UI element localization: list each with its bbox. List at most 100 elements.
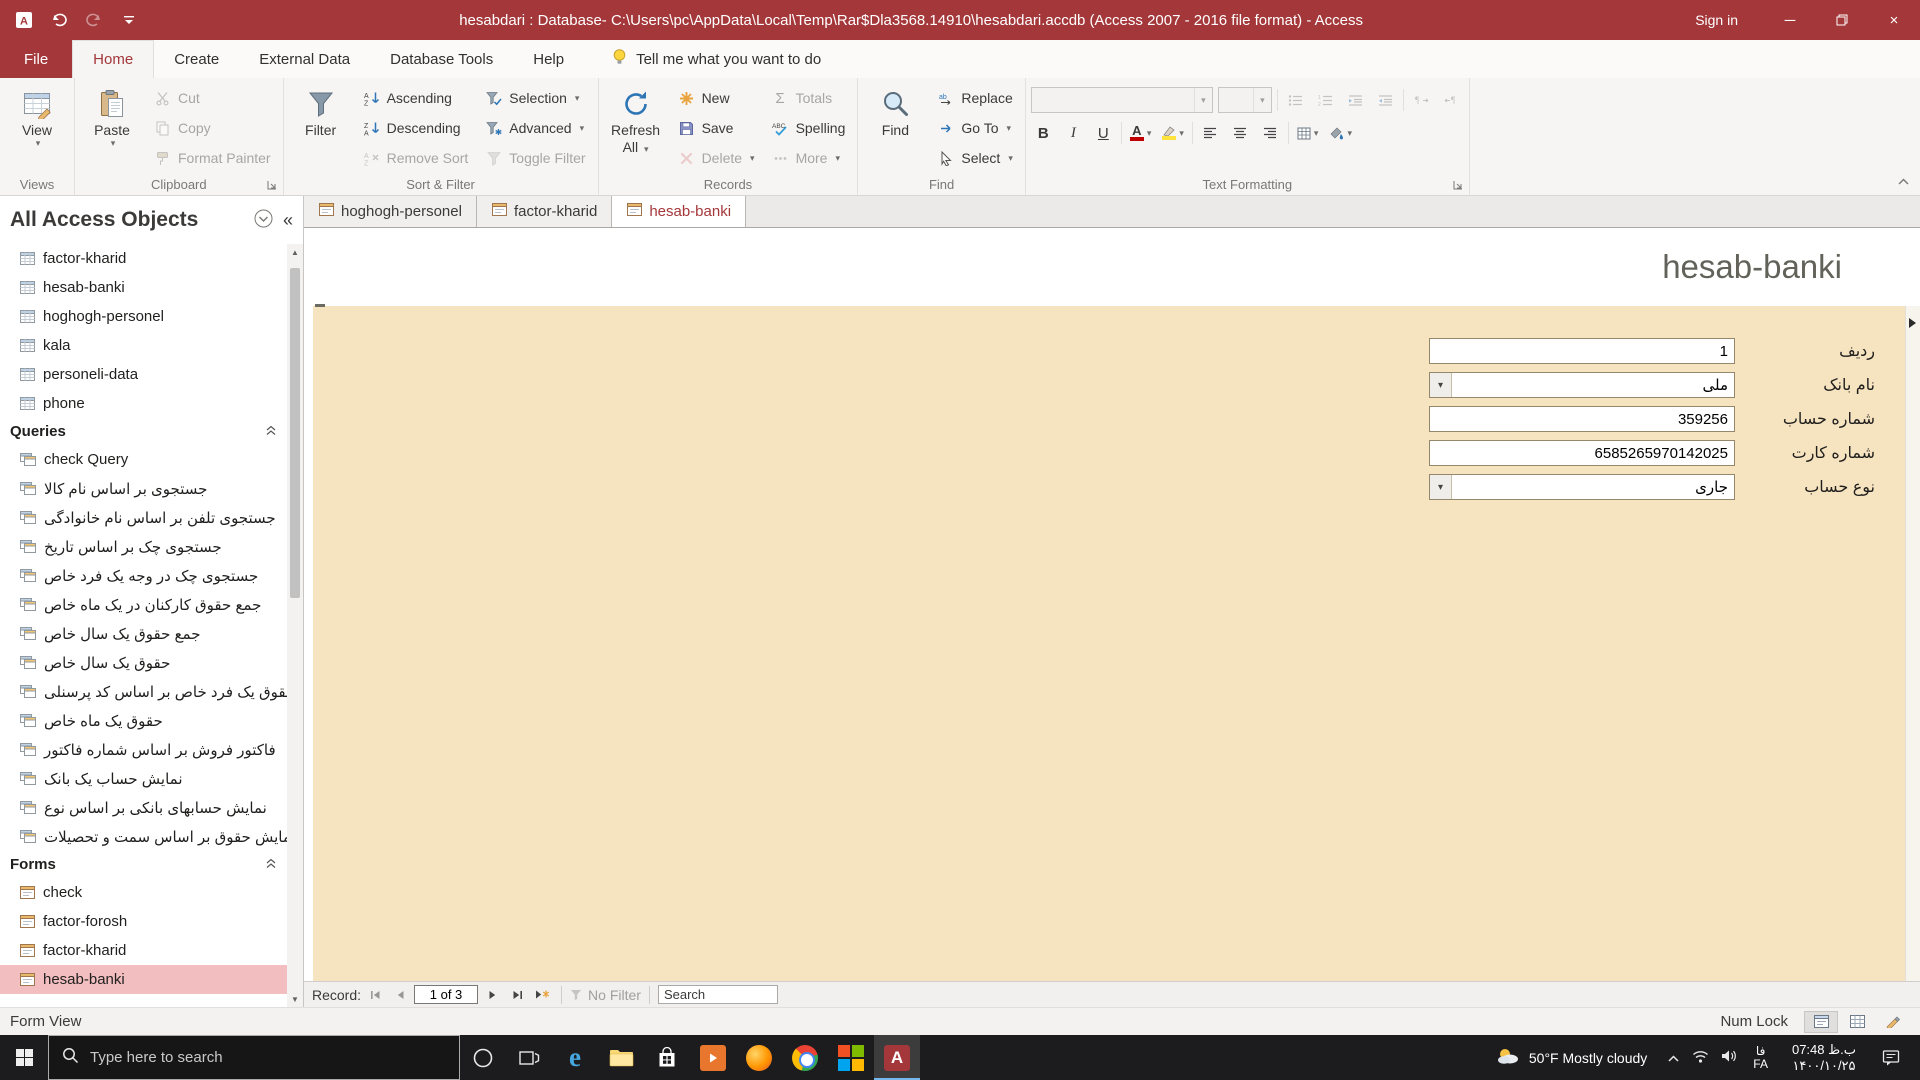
select-button[interactable]: Select ▾ [929,143,1019,173]
nav-query-item[interactable]: نمایش حقوق بر اساس سمت و تحصیلات [0,822,296,851]
tab-database-tools[interactable]: Database Tools [370,40,513,78]
nav-form-item[interactable]: factor-forosh [0,907,287,936]
descending-button[interactable]: ZA Descending [355,113,476,143]
document-tab[interactable]: factor-kharid [476,196,613,227]
close-button[interactable]: × [1868,0,1920,40]
microsoft-store-icon[interactable] [644,1035,690,1080]
bullets-button[interactable] [1283,87,1308,113]
field-input[interactable]: ▾ 1 [1429,338,1735,364]
hidden-icons-chevron-icon[interactable] [1667,1050,1680,1066]
nav-query-item[interactable]: جمع حقوق یک سال خاص [0,619,287,648]
nav-table-item[interactable]: kala [0,331,287,360]
nav-table-item[interactable]: phone [0,389,287,418]
access-taskbar-icon[interactable]: A [874,1035,920,1080]
minimize-button[interactable]: ─ [1764,0,1816,40]
combo-dropdown-icon[interactable]: ▾ [1430,475,1452,499]
nav-form-item[interactable]: check [0,878,287,907]
tab-home[interactable]: Home [72,40,155,78]
nav-table-item[interactable]: factor-kharid [0,244,287,273]
selection-button[interactable]: Selection ▾ [477,83,592,113]
increase-indent-button[interactable] [1373,87,1398,113]
go-to-button[interactable]: Go To ▾ [929,113,1019,143]
document-tab[interactable]: hoghogh-personel [304,196,477,227]
more-button[interactable]: More ▾ [764,143,853,173]
copy-button[interactable]: Copy [146,113,278,143]
field-input[interactable]: ▾ جاری [1429,474,1735,500]
file-explorer-icon[interactable] [598,1035,644,1080]
nav-query-item[interactable]: جستجوی تلفن بر اساس نام خانوادگی [0,503,287,532]
refresh-all-button[interactable]: Refresh All ▾ [604,81,668,173]
action-center-icon[interactable] [1876,1049,1912,1066]
cortana-button[interactable] [460,1035,506,1080]
font-size-combo[interactable]: ▾ [1217,87,1272,113]
nav-query-item[interactable]: جستجوی بر اساس نام کالا [0,474,287,503]
nav-query-item[interactable]: check Query [0,445,287,474]
delete-record-button[interactable]: Delete ▾ [670,143,762,173]
record-search-input[interactable] [657,985,778,1004]
nav-table-item[interactable]: hoghogh-personel [0,302,287,331]
restore-button[interactable] [1816,0,1868,40]
view-button[interactable]: View ▾ [5,81,69,173]
highlight-color-button[interactable]: ▾ [1159,120,1187,146]
tab-create[interactable]: Create [154,40,239,78]
nav-query-item[interactable]: جستجوی چک بر اساس تاریخ [0,532,287,561]
datasheet-view-button[interactable] [1840,1011,1874,1033]
task-view-button[interactable] [506,1035,552,1080]
caret-down-icon[interactable]: ▾ [1193,88,1212,112]
tell-me-box[interactable]: Tell me what you want to do [612,40,821,78]
align-left-button[interactable] [1198,120,1223,146]
language-indicator[interactable]: فا FA [1749,1044,1772,1071]
edge-icon[interactable]: e [552,1035,598,1080]
nav-pane-scrollbar[interactable]: ▲ ▼ [287,244,303,1007]
italic-button[interactable]: I [1061,120,1086,146]
nav-query-item[interactable]: نمایش حسابهای بانکی بر اساس نوع [0,793,287,822]
scroll-up-icon[interactable]: ▲ [291,244,299,260]
field-input[interactable]: ▾ 6585265970142025 [1429,440,1735,466]
nav-query-item[interactable]: حقوق یک ماه خاص [0,706,287,735]
microsoft-app-icon[interactable] [828,1035,874,1080]
replace-button[interactable]: ab Replace [929,83,1019,113]
nav-section-forms[interactable]: Forms [0,851,287,878]
ascending-button[interactable]: AZ Ascending [355,83,476,113]
taskbar-search-box[interactable]: Type here to search [48,1035,460,1080]
numbering-button[interactable]: 12 [1313,87,1338,113]
advanced-button[interactable]: Advanced ▾ [477,113,592,143]
nav-query-item[interactable]: نمایش حساب یک بانک [0,764,287,793]
underline-button[interactable]: U [1091,120,1116,146]
decrease-indent-button[interactable] [1343,87,1368,113]
chrome-icon[interactable] [782,1035,828,1080]
collapse-section-icon[interactable] [265,856,277,873]
start-button[interactable] [0,1035,48,1080]
firefox-icon[interactable] [736,1035,782,1080]
scrollbar-thumb[interactable] [290,268,300,598]
combo-dropdown-icon[interactable]: ▾ [1430,373,1452,397]
scroll-down-icon[interactable]: ▼ [291,991,299,1007]
customize-quick-access-icon[interactable] [119,10,139,30]
align-center-button[interactable] [1228,120,1253,146]
clock[interactable]: 07:48 ب.ظ ۱۴۰۰/۱۰/۲۵ [1784,1042,1864,1074]
tab-help[interactable]: Help [513,40,584,78]
font-name-combo[interactable]: ▾ [1030,87,1213,113]
text-formatting-dialog-launcher-icon[interactable] [1452,179,1464,191]
toggle-filter-button[interactable]: Toggle Filter [477,143,592,173]
tab-external-data[interactable]: External Data [239,40,370,78]
document-tab[interactable]: hesab-banki [612,196,747,227]
format-painter-button[interactable]: Format Painter [146,143,278,173]
field-input[interactable]: ▾ ملی [1429,372,1735,398]
nav-query-item[interactable]: حقوق یک سال خاص [0,648,287,677]
nav-query-item[interactable]: فاکتور فروش بر اساس شماره فاکتور [0,735,287,764]
undo-icon[interactable] [49,10,69,30]
nav-section-queries[interactable]: Queries [0,418,287,445]
record-position-box[interactable] [414,985,479,1004]
first-record-button[interactable] [364,985,386,1005]
nav-table-item[interactable]: personeli-data [0,360,287,389]
nav-query-item[interactable]: حقوق یک فرد خاص بر اساس کد پرسنلی [0,677,295,706]
align-right-button[interactable] [1258,120,1283,146]
collapse-section-icon[interactable] [265,423,277,440]
weather-widget[interactable]: 50°F Mostly cloudy [1484,1046,1659,1069]
previous-record-button[interactable] [389,985,411,1005]
media-player-icon[interactable] [690,1035,736,1080]
new-blank-record-button[interactable] [531,985,553,1005]
nav-query-item[interactable]: جمع حقوق کارکنان در یک ماه خاص [0,590,287,619]
nav-query-item[interactable]: جستجوی چک در وجه یک فرد خاص [0,561,287,590]
